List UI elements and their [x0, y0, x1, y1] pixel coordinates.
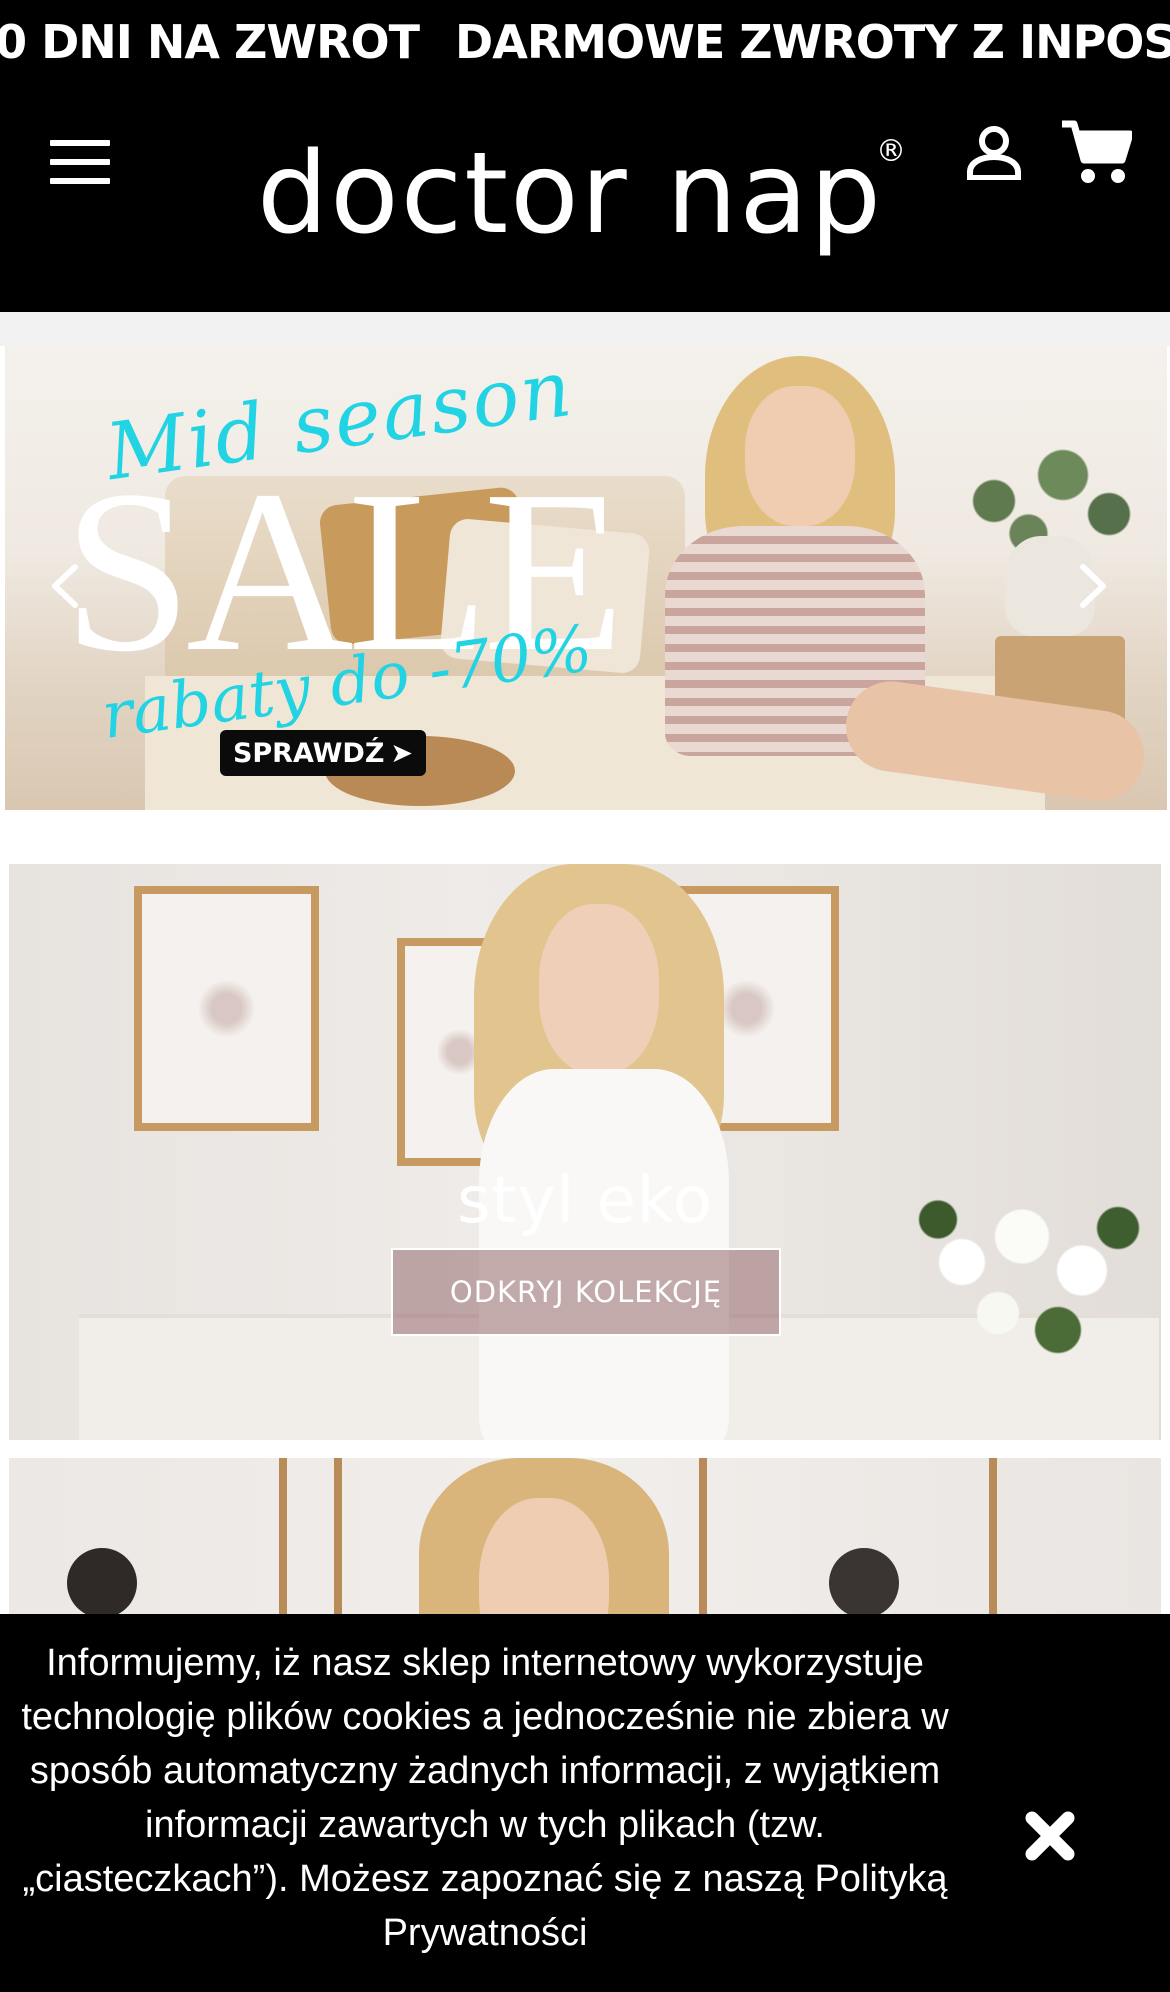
cart-icon[interactable]: [1060, 118, 1132, 186]
eko-model-face: [539, 904, 659, 1074]
chevron-left-icon[interactable]: [45, 561, 85, 611]
site-logo[interactable]: doctor nap ®: [230, 134, 910, 254]
close-icon[interactable]: [1024, 1810, 1076, 1862]
wall-art-circle: [829, 1548, 899, 1618]
announcement-free-returns: DARMOWE ZWROTY Z INPOST: [455, 15, 1170, 69]
announcement-returns: 30 DNI NA ZWROT: [0, 15, 420, 69]
sale-check-label: SPRAWDŹ: [232, 737, 385, 769]
cookie-notice: Informujemy, iż nasz sklep internetowy w…: [0, 1614, 1170, 1992]
hero-slider[interactable]: Mid season SALE rabaty do -70% SPRAWDŹ ➤: [5, 346, 1167, 810]
discover-collection-button[interactable]: ODKRYJ KOLEKCJĘ: [391, 1248, 781, 1336]
slide-model-face: [745, 386, 855, 526]
cookie-notice-text: Informujemy, iż nasz sklep internetowy w…: [21, 1642, 949, 1954]
site-header: doctor nap ®: [0, 84, 1170, 312]
sale-check-button[interactable]: SPRAWDŹ ➤: [220, 730, 426, 776]
header-spacer: [0, 312, 1170, 346]
announcement-bar: 30 DNI NA ZWROT DARMOWE ZWROTY Z INPOST: [0, 0, 1170, 84]
eko-collection-banner[interactable]: styl eko ODKRYJ KOLEKCJĘ: [9, 864, 1161, 1440]
hamburger-menu-icon[interactable]: [50, 140, 110, 184]
user-icon[interactable]: [966, 124, 1022, 180]
wall-frame: [134, 886, 319, 1131]
registered-mark: ®: [876, 134, 906, 169]
arrow-right-icon: ➤: [390, 737, 414, 769]
chevron-right-icon[interactable]: [1073, 561, 1113, 611]
wall-art-circle: [67, 1548, 137, 1618]
eko-title: styl eko: [457, 1164, 713, 1238]
logo-text: doctor nap: [257, 129, 883, 259]
